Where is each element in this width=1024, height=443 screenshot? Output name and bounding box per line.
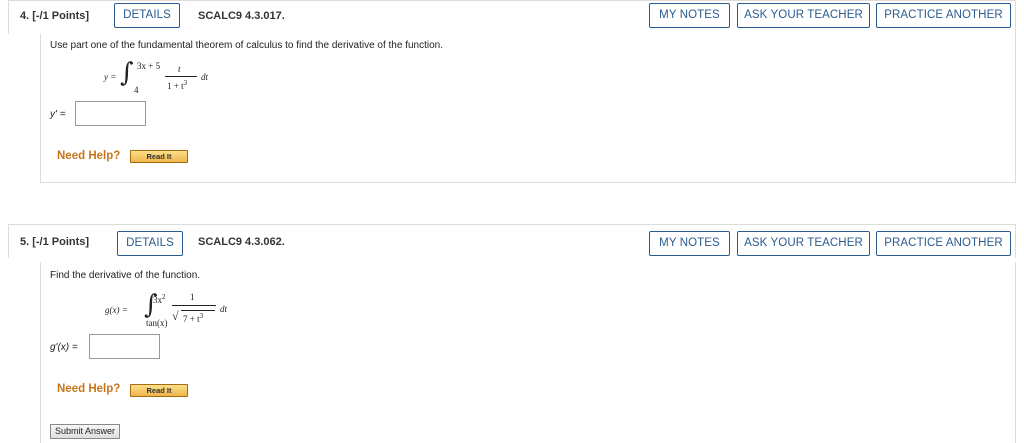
- denominator: 1 + t3: [167, 79, 187, 91]
- answer-label: g'(x) =: [50, 342, 78, 353]
- denominator: 7 + t3: [183, 312, 203, 324]
- question-prompt: Find the derivative of the function.: [50, 270, 201, 281]
- question-code: SCALC9 4.3.062.: [198, 236, 285, 248]
- answer-input[interactable]: [89, 334, 160, 359]
- question-4-header: 4. [-/1 Points] DETAILS SCALC9 4.3.017. …: [8, 0, 1016, 34]
- numerator: 1: [190, 292, 195, 302]
- denominator-exponent: 3: [183, 79, 188, 87]
- submit-answer-button[interactable]: Submit Answer: [50, 424, 120, 439]
- ask-your-teacher-button[interactable]: ASK YOUR TEACHER: [737, 231, 870, 256]
- answer-input[interactable]: [75, 101, 146, 126]
- answer-label: y' =: [50, 109, 66, 120]
- fraction-bar: [165, 76, 197, 77]
- question-5-header: 5. [-/1 Points] DETAILS SCALC9 4.3.062. …: [8, 224, 1016, 258]
- sqrt-overline: [181, 310, 215, 311]
- fraction-bar: [172, 305, 216, 306]
- denominator-exponent: 3: [199, 312, 204, 320]
- question-number: 5. [-/1 Points]: [20, 236, 90, 248]
- details-button[interactable]: DETAILS: [117, 231, 183, 256]
- function-lhs: y =: [104, 72, 117, 82]
- question-prompt: Use part one of the fundamental theorem …: [50, 40, 444, 51]
- upper-limit-text: 3x: [153, 295, 162, 305]
- question-code: SCALC9 4.3.017.: [198, 10, 285, 22]
- need-help-label: Need Help?: [57, 383, 121, 395]
- read-it-button[interactable]: Read It: [130, 150, 188, 163]
- dt-symbol: dt: [201, 72, 209, 82]
- sqrt-sign: √: [172, 309, 179, 323]
- lower-limit: 4: [134, 85, 139, 95]
- question-5-body: [40, 262, 1016, 443]
- upper-limit-exponent: 2: [162, 293, 166, 301]
- my-notes-button[interactable]: MY NOTES: [649, 231, 730, 256]
- ask-your-teacher-button[interactable]: ASK YOUR TEACHER: [737, 3, 870, 28]
- details-button[interactable]: DETAILS: [114, 3, 180, 28]
- upper-limit: 3x2: [153, 293, 166, 305]
- read-it-button[interactable]: Read It: [130, 384, 188, 397]
- practice-another-button[interactable]: PRACTICE ANOTHER: [876, 3, 1011, 28]
- practice-another-button[interactable]: PRACTICE ANOTHER: [876, 231, 1011, 256]
- question-number: 4. [-/1 Points]: [20, 10, 90, 22]
- function-lhs: g(x) =: [105, 305, 128, 315]
- denominator-text: 1 + t: [167, 81, 184, 91]
- dt-symbol: dt: [220, 304, 228, 314]
- my-notes-button[interactable]: MY NOTES: [649, 3, 730, 28]
- lower-limit: tan(x): [146, 318, 168, 328]
- need-help-label: Need Help?: [57, 150, 121, 162]
- integral-sign: ∫: [120, 58, 134, 88]
- upper-limit: 3x + 5: [137, 61, 161, 71]
- numerator: t: [178, 64, 181, 74]
- denominator-text: 7 + t: [183, 314, 200, 324]
